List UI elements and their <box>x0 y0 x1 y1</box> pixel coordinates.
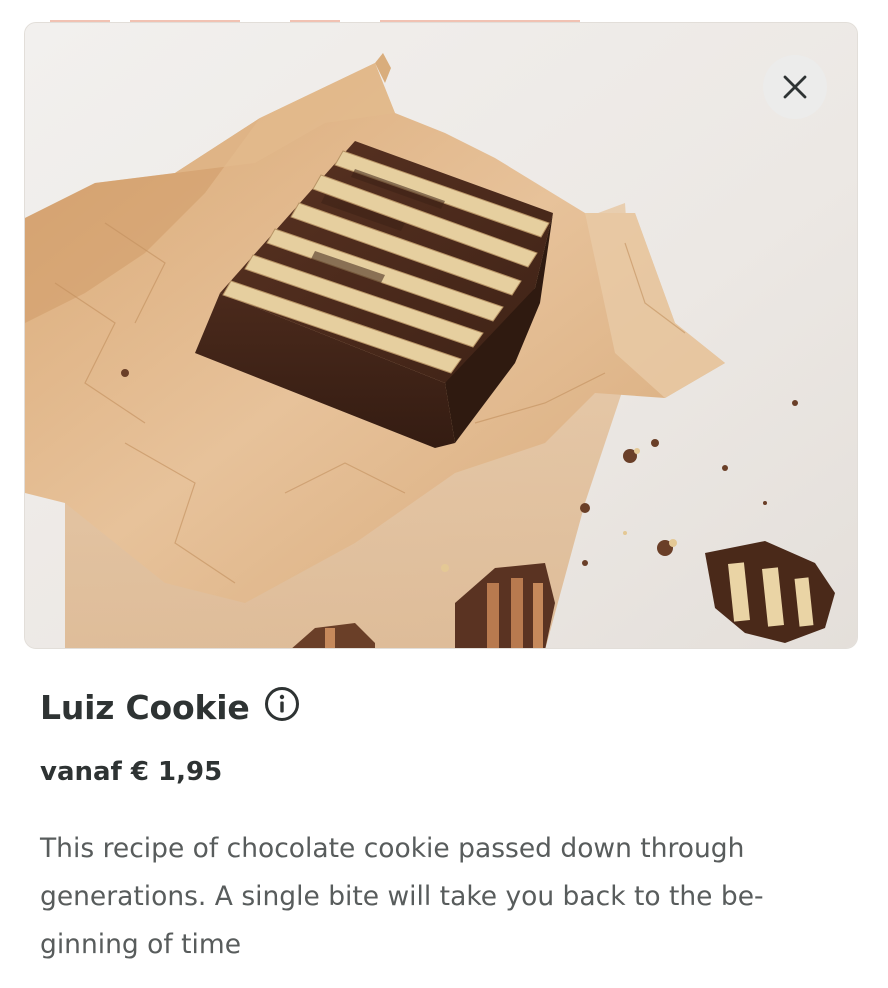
close-icon <box>783 75 807 99</box>
product-image <box>24 22 858 649</box>
product-title-row: Luiz Cookie <box>40 686 300 727</box>
product-title: Luiz Cookie <box>40 688 250 727</box>
cookie-photo <box>25 23 857 648</box>
product-detail-modal: Luiz Cookie vanaf € 1,95 This recipe of … <box>0 0 888 988</box>
close-button[interactable] <box>763 55 827 119</box>
product-description: This recipe of chocolate cookie passed d… <box>40 833 764 960</box>
info-circle-icon <box>264 686 299 721</box>
product-price: vanaf € 1,95 <box>40 757 223 787</box>
product-info-button[interactable] <box>264 686 300 722</box>
